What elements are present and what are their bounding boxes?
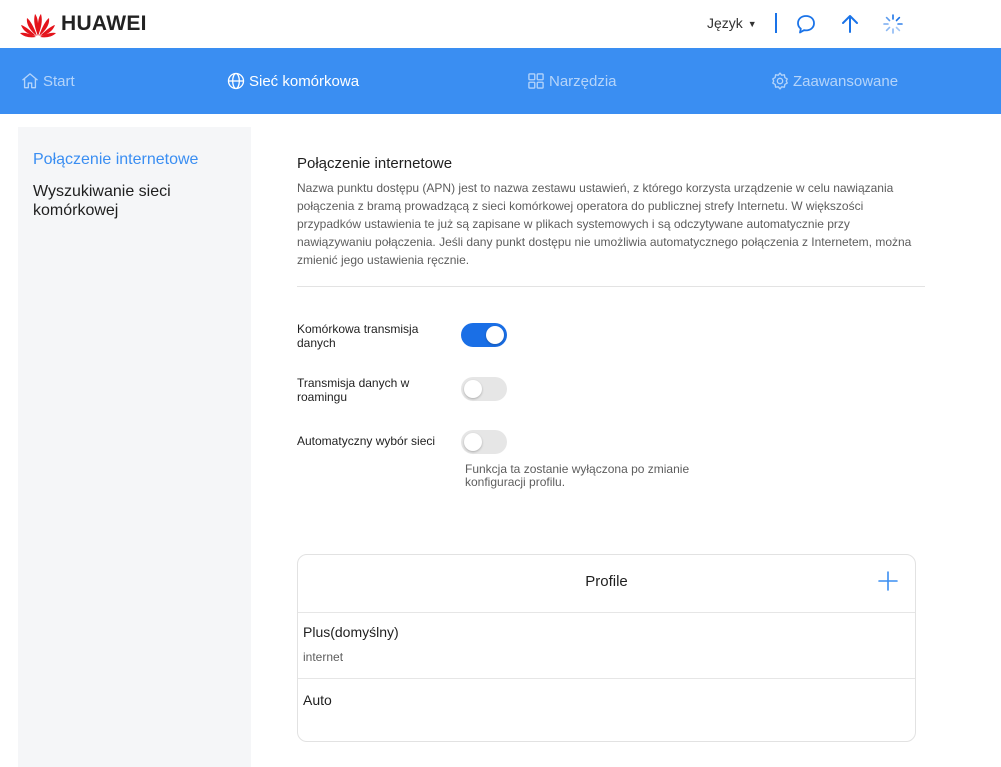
profile-card-header: Profile xyxy=(298,555,915,613)
gear-icon xyxy=(772,72,788,90)
auto-network-label: Automatyczny wybór sieci xyxy=(297,434,436,448)
nav-item-tools[interactable]: Narzędzia xyxy=(526,48,617,114)
profile-row-auto[interactable]: Auto xyxy=(298,679,915,741)
profile-row-plus[interactable]: Plus(domyślny) internet xyxy=(298,614,915,678)
mobile-data-label: Komórkowa transmisja danych xyxy=(297,322,419,350)
chat-icon[interactable] xyxy=(794,12,818,36)
auto-network-toggle[interactable] xyxy=(461,430,507,454)
mobile-data-toggle[interactable] xyxy=(461,323,507,347)
grid-icon xyxy=(528,73,544,89)
auto-network-hint: Funkcja ta zostanie wyłączona po zmianie… xyxy=(465,462,690,489)
main-nav: Start Sieć komórkowa Narzędzia Zaawansow… xyxy=(0,48,1001,114)
huawei-flower-icon xyxy=(20,14,56,38)
profile-card: Profile Plus(domyślny) internet Auto xyxy=(297,554,916,742)
sidebar-item-network-search[interactable]: Wyszukiwanie sieci komórkowej xyxy=(33,182,213,220)
roaming-data-toggle[interactable] xyxy=(461,377,507,401)
apn-description: Nazwa punktu dostępu (APN) jest to nazwa… xyxy=(297,181,912,267)
nav-item-start[interactable]: Start xyxy=(20,48,75,114)
profile-card-title: Profile xyxy=(585,573,628,590)
nav-label: Zaawansowane xyxy=(793,72,899,90)
page-title: Połączenie internetowe xyxy=(297,155,453,172)
section-divider xyxy=(297,286,925,287)
profile-name: Plus(domyślny) xyxy=(303,624,399,640)
sidebar-item-internet-connection[interactable]: Połączenie internetowe xyxy=(33,150,233,169)
globe-icon xyxy=(227,72,245,90)
brand-name: HUAWEI xyxy=(61,12,147,35)
arrow-up-icon[interactable] xyxy=(838,12,862,36)
roaming-data-label: Transmisja danych w roamingu xyxy=(297,376,410,404)
toggle-knob xyxy=(486,326,504,344)
add-profile-icon[interactable] xyxy=(878,571,898,591)
language-label: Język xyxy=(707,15,743,31)
header-divider xyxy=(775,13,777,33)
huawei-logo: HUAWEI xyxy=(18,10,147,38)
nav-item-advanced[interactable]: Zaawansowane xyxy=(770,48,898,114)
toggle-knob xyxy=(464,380,482,398)
top-bar: HUAWEI Język ▼ xyxy=(0,0,1001,48)
caret-down-icon: ▼ xyxy=(747,18,757,29)
home-icon xyxy=(22,73,38,89)
loading-spinner-icon xyxy=(883,14,903,34)
profile-apn: internet xyxy=(303,650,344,664)
nav-label: Narzędzia xyxy=(549,72,617,90)
nav-label: Start xyxy=(43,72,75,90)
nav-item-mobile-network[interactable]: Sieć komórkowa xyxy=(226,48,359,114)
nav-label: Sieć komórkowa xyxy=(249,72,360,90)
toggle-knob xyxy=(464,433,482,451)
language-selector[interactable]: Język ▼ xyxy=(707,15,757,31)
profile-name: Auto xyxy=(303,692,332,708)
sidebar: Połączenie internetowe Wyszukiwanie siec… xyxy=(18,127,251,767)
